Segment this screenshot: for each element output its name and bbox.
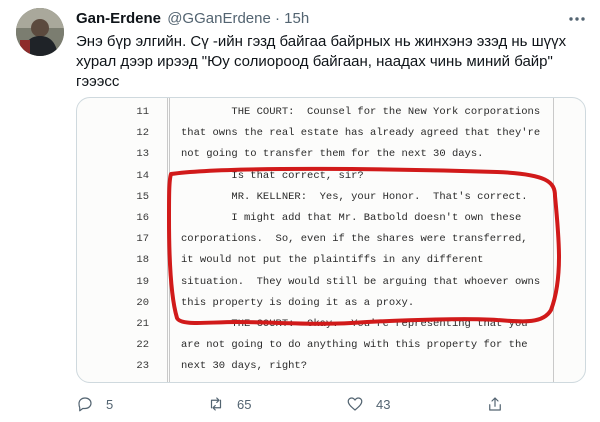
- share-icon: [489, 397, 501, 411]
- avatar-photo: [16, 8, 64, 56]
- retweet-icon: [210, 397, 222, 411]
- heart-icon: [347, 397, 363, 411]
- more-button[interactable]: [566, 9, 588, 29]
- red-circle-annotation: [167, 166, 561, 326]
- tweet-text: Энэ бүр элгийн. Сү -ийн гэзд байгаа байр…: [76, 33, 567, 90]
- avatar[interactable]: [16, 8, 64, 56]
- tweet-image[interactable]: 11 THE COURT: Counsel for the New York c…: [76, 97, 586, 383]
- tweet-header: Gan-Erdene @GGanErdene · 15h: [76, 9, 309, 29]
- separator-dot: ·: [275, 10, 280, 27]
- author-handle[interactable]: @GGanErdene: [167, 10, 271, 27]
- reply-count: 5: [106, 396, 114, 412]
- reply-icon: [78, 397, 92, 412]
- share-button[interactable]: [486, 393, 504, 415]
- tweet[interactable]: Gan-Erdene @GGanErdene · 15h Энэ бүр элг…: [0, 0, 600, 422]
- retweet-count: 65: [237, 396, 252, 412]
- like-button[interactable]: 43: [346, 393, 390, 415]
- reply-button[interactable]: 5: [76, 393, 113, 415]
- more-icon: [569, 17, 585, 21]
- like-count: 43: [376, 396, 391, 412]
- tweet-actions: 5 65 43: [76, 393, 586, 415]
- timestamp[interactable]: 15h: [284, 10, 309, 27]
- author-name[interactable]: Gan-Erdene: [76, 10, 161, 27]
- retweet-button[interactable]: 65: [207, 393, 251, 415]
